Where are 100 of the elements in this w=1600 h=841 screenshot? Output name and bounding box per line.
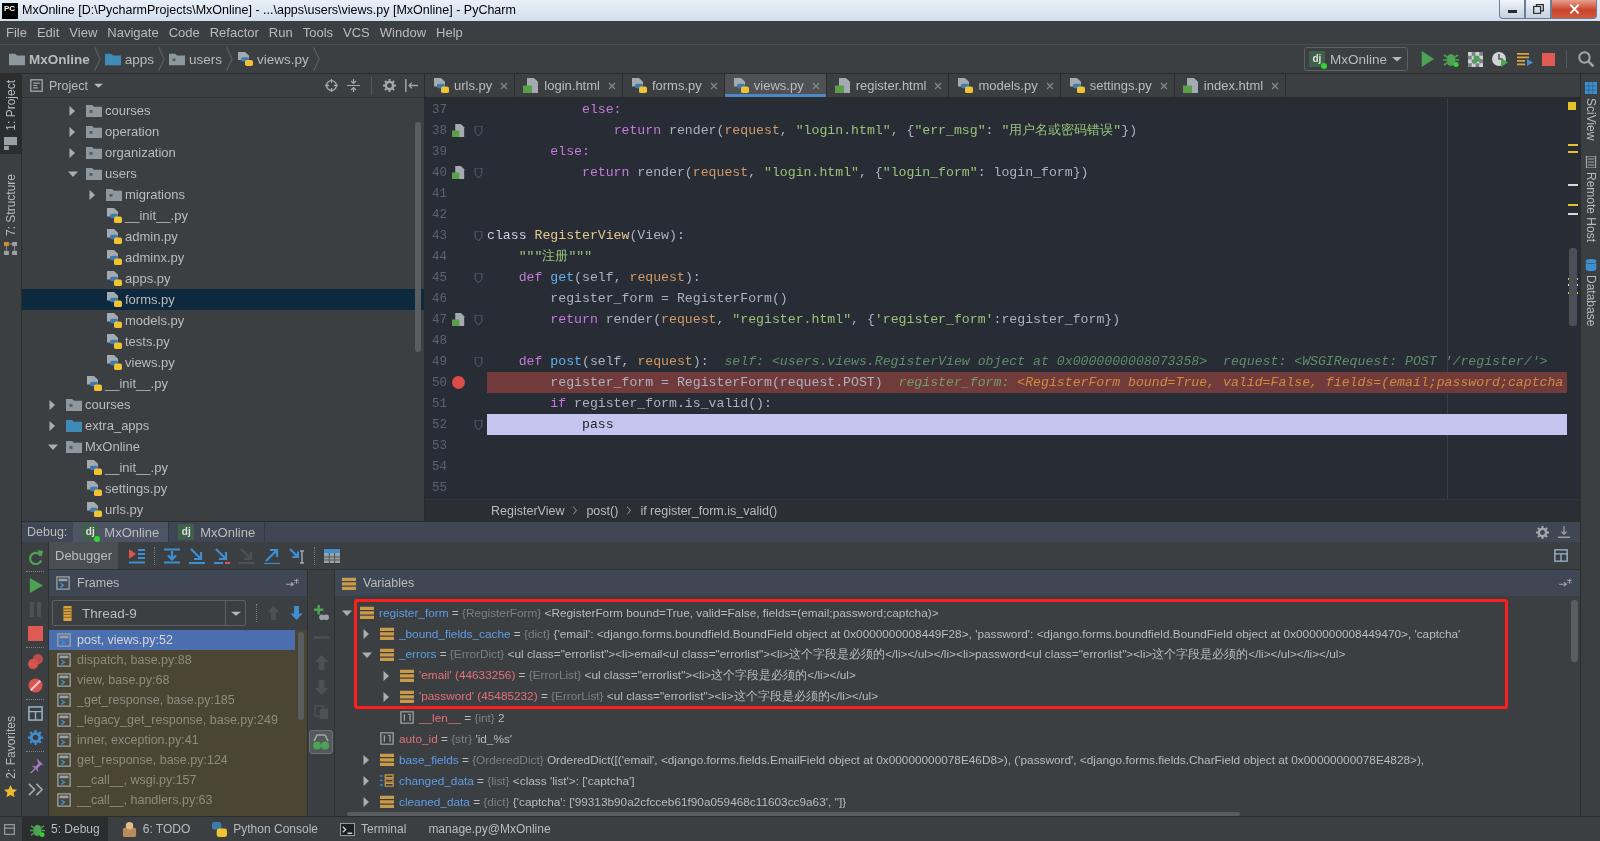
expander-icon[interactable]: [382, 691, 390, 702]
run-to-cursor-icon[interactable]: [289, 547, 306, 564]
tree-item[interactable]: courses: [22, 394, 424, 415]
fold-marker-icon[interactable]: [473, 167, 483, 178]
menu-item[interactable]: Help: [431, 21, 468, 44]
tree-item[interactable]: forms.py: [22, 289, 424, 310]
variable-tree-item[interactable]: __len__ = {int} 2: [335, 707, 505, 728]
add-watch-icon[interactable]: [313, 605, 329, 620]
settings-icon[interactable]: [383, 79, 396, 92]
hide-icon[interactable]: [1558, 526, 1570, 538]
tree-item[interactable]: urls.py: [22, 499, 424, 520]
fold-marker-icon[interactable]: [473, 125, 483, 136]
menu-item[interactable]: Run: [263, 21, 298, 44]
coverage-icon[interactable]: [1468, 51, 1483, 67]
maximize-button[interactable]: [1525, 0, 1551, 19]
tree-item[interactable]: settings.py: [22, 478, 424, 499]
expander-icon[interactable]: [68, 126, 76, 137]
expander-icon[interactable]: [362, 775, 370, 786]
scrollbar-thumb[interactable]: [415, 122, 421, 352]
tool-window-button[interactable]: 1: Project: [0, 74, 21, 154]
editor-tab[interactable]: urls.py: [425, 74, 516, 97]
tree-item[interactable]: users: [22, 163, 424, 184]
menu-item[interactable]: Edit: [31, 21, 65, 44]
close-icon[interactable]: [811, 81, 820, 90]
calculator-icon[interactable]: [324, 547, 341, 564]
tree-item[interactable]: extra_apps: [22, 415, 424, 436]
expander-icon[interactable]: [88, 189, 96, 200]
tool-window-button[interactable]: Python Console: [204, 817, 326, 841]
close-icon[interactable]: [709, 81, 718, 90]
editor-tab[interactable]: forms.py: [622, 74, 725, 97]
breadcrumb-item[interactable]: RegisterView: [491, 503, 565, 518]
stop-icon[interactable]: [27, 626, 43, 641]
variable-tree-item[interactable]: 'email' (44633256) = {ErrorList} <ul class="errorlist"><li>这个字段是必须的</li></ul>: [335, 665, 856, 686]
double-chevron-icon[interactable]: [27, 782, 43, 797]
crosshair-icon[interactable]: [325, 79, 338, 92]
expander-icon[interactable]: [382, 670, 390, 681]
variable-tree-item[interactable]: register_form = {RegisterForm} <RegisterForm bound=True, valid=False, fields=(email;password;captcha)>: [335, 602, 939, 623]
tool-window-button[interactable]: Remote Host: [1581, 156, 1600, 243]
thread-dropdown[interactable]: Thread-9: [52, 600, 246, 626]
step-out-icon[interactable]: [264, 547, 281, 564]
resume-icon[interactable]: [27, 578, 43, 593]
menu-item[interactable]: Tools: [297, 21, 339, 44]
tool-window-button[interactable]: 2: Favorites: [0, 710, 21, 802]
close-icon[interactable]: [500, 81, 509, 90]
tree-item[interactable]: organization: [22, 142, 424, 163]
close-icon[interactable]: [1271, 81, 1280, 90]
variable-tree-item[interactable]: _errors = {ErrorDict} <ul class="errorlist"><li>email<ul class="errorlist"><li>这个字段是必须的</li></ul></li><li>password<ul class="errorlist"><li>这个字段是必须的</li></ul></li></ul>: [335, 644, 1346, 665]
html-file-icon[interactable]: [451, 313, 465, 326]
close-icon[interactable]: [607, 81, 616, 90]
expander-icon[interactable]: [48, 442, 58, 451]
pin-icon[interactable]: [27, 758, 43, 773]
editor-tab[interactable]: settings.py: [1060, 74, 1175, 97]
tree-item[interactable]: courses: [22, 100, 424, 121]
expander-icon[interactable]: [68, 147, 76, 158]
tree-item[interactable]: __init__.py: [22, 205, 424, 226]
step-over-icon[interactable]: [164, 547, 181, 564]
expander-icon[interactable]: [48, 420, 56, 431]
variable-tree-item[interactable]: 'password' (45485232) = {ErrorList} <ul class="errorlist"><li>这个字段是必须的</li></ul>: [335, 686, 879, 707]
tree-item[interactable]: admin.py: [22, 226, 424, 247]
close-icon[interactable]: [934, 81, 943, 90]
settings-icon[interactable]: [27, 730, 43, 745]
breadcrumb-item[interactable]: apps: [104, 51, 155, 67]
breadcrumb-item[interactable]: users: [169, 51, 223, 67]
tree-item[interactable]: apps.py: [22, 268, 424, 289]
variable-tree-item[interactable]: _bound_fields_cache = {dict} {'email': <django.forms.boundfield.BoundField object at 0x0000000008449F28>, 'password': <django.forms.boundfield.BoundField object at 0x0000000008449470>, 'captcha': [335, 623, 1461, 644]
list-icon[interactable]: [1517, 52, 1533, 66]
project-view-dropdown[interactable]: Project: [30, 78, 103, 93]
tree-item[interactable]: MxOnline: [22, 436, 424, 457]
menu-item[interactable]: Window: [374, 21, 432, 44]
variable-tree-item[interactable]: base_fields = {OrderedDict} OrderedDict([('email', <django.forms.fields.EmailField object at 0x00000000078E46D8>), ('password', <django.forms.fields.CharField object at 0x00000000078E4828>),: [335, 749, 1425, 770]
fold-marker-icon[interactable]: [473, 419, 483, 430]
editor-tab[interactable]: index.html: [1174, 74, 1287, 97]
menu-item[interactable]: Navigate: [102, 21, 164, 44]
stack-frame-item[interactable]: post, views.py:52: [49, 630, 295, 650]
close-icon[interactable]: [1045, 81, 1054, 90]
fold-marker-icon[interactable]: [473, 356, 483, 367]
expander-icon[interactable]: [68, 105, 76, 116]
debug-session-tab[interactable]: dj MxOnline: [169, 522, 266, 542]
tree-item[interactable]: views.py: [22, 352, 424, 373]
execution-point-icon[interactable]: [129, 547, 146, 564]
html-file-icon[interactable]: [451, 124, 465, 137]
bug-icon[interactable]: [1443, 51, 1459, 67]
stack-frame-item[interactable]: inner, exception.py:41: [49, 730, 295, 750]
stack-frame-item[interactable]: view, base.py:68: [49, 670, 295, 690]
stack-frame-item[interactable]: __call__, wsgi.py:157: [49, 770, 295, 790]
menu-item[interactable]: File: [1, 21, 32, 44]
search-icon[interactable]: [1578, 51, 1594, 67]
settings-icon[interactable]: [1536, 525, 1549, 539]
arrow-down-icon[interactable]: [290, 606, 303, 620]
expander-icon[interactable]: [68, 169, 78, 178]
variable-tree-item[interactable]: changed_data = {list} <class 'list'>: ['captcha']: [335, 770, 635, 791]
run-configuration-dropdown[interactable]: dj MxOnline: [1303, 47, 1408, 71]
expander-icon[interactable]: [342, 608, 352, 617]
scrollbar-thumb[interactable]: [1571, 600, 1578, 662]
expander-icon[interactable]: [362, 796, 370, 807]
breadcrumb-item[interactable]: MxOnline: [9, 51, 90, 67]
tool-window-button[interactable]: SciView: [1581, 82, 1600, 141]
layout-icon[interactable]: [27, 706, 43, 721]
glasses-icon[interactable]: [309, 730, 333, 754]
layout-icon[interactable]: [1554, 549, 1568, 562]
